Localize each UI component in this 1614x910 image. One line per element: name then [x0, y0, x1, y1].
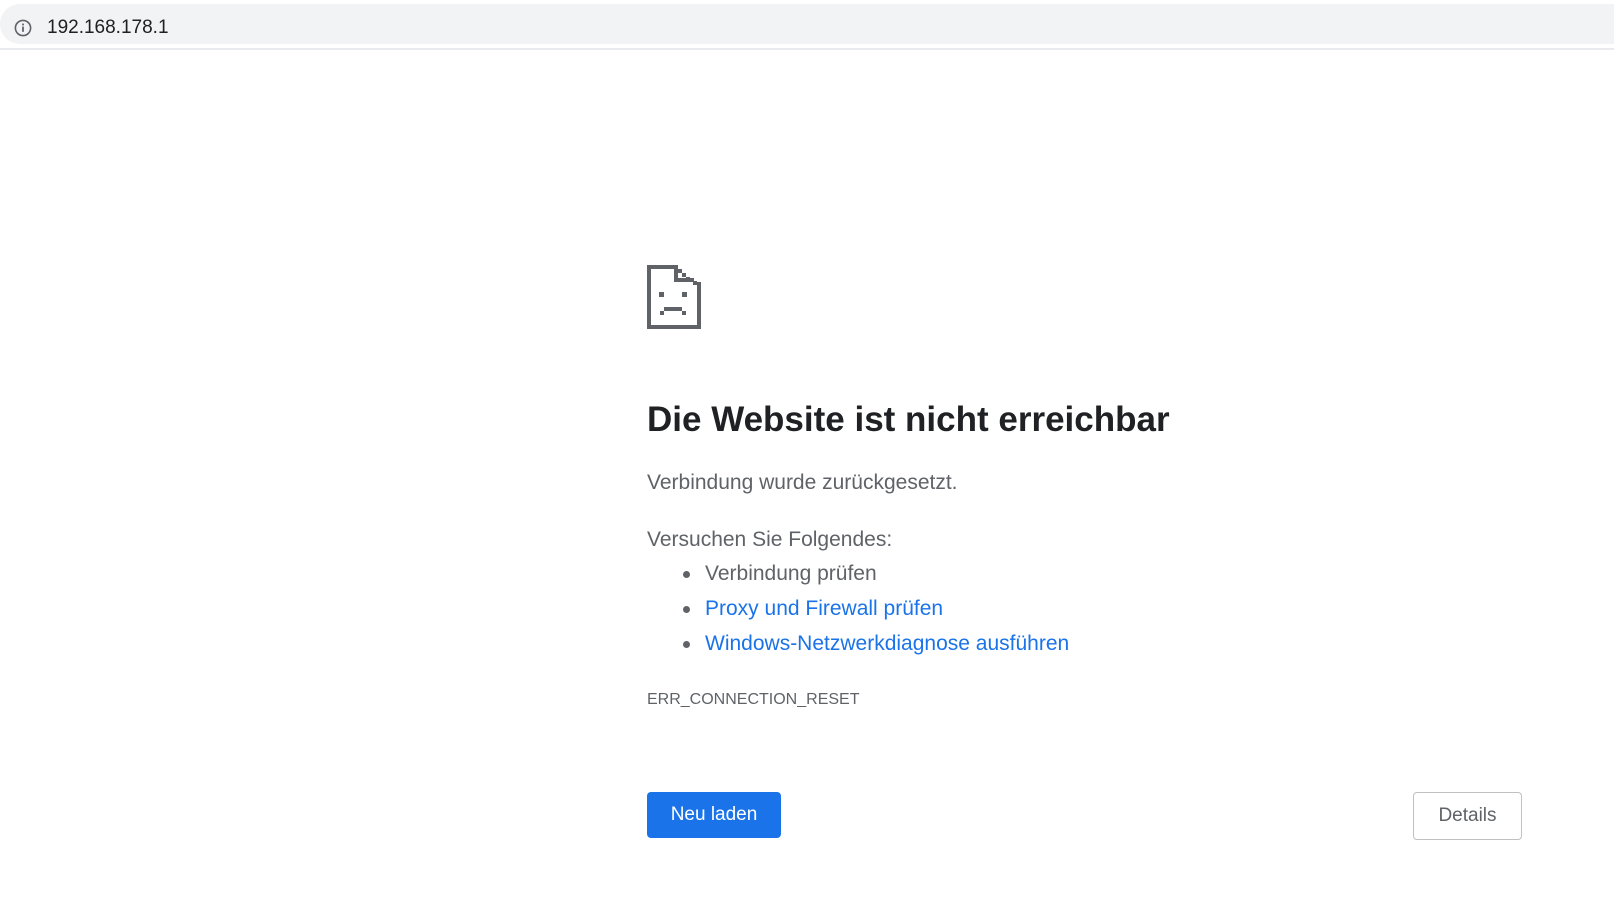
error-code: ERR_CONNECTION_RESET [647, 691, 860, 708]
suggestion-network-diagnostics[interactable]: Windows-Netzwerkdiagnose ausführen [647, 630, 1069, 665]
suggestions-heading: Versuchen Sie Folgendes: [647, 528, 893, 551]
bullet-icon [683, 641, 690, 648]
network-diagnostics-link[interactable]: Windows-Netzwerkdiagnose ausführen [705, 632, 1069, 655]
suggestion-check-connection: Verbindung prüfen [647, 560, 1069, 595]
address-bar[interactable]: 192.168.178.1 [0, 4, 1614, 44]
proxy-firewall-link[interactable]: Proxy und Firewall prüfen [705, 597, 943, 620]
reload-button[interactable]: Neu laden [647, 792, 781, 838]
toolbar-divider [0, 48, 1614, 50]
bullet-icon [683, 571, 690, 578]
suggestion-check-proxy-firewall[interactable]: Proxy und Firewall prüfen [647, 595, 1069, 630]
suggestions-list: Verbindung prüfen Proxy und Firewall prü… [647, 560, 1069, 665]
suggestion-label: Verbindung prüfen [705, 562, 877, 585]
details-button[interactable]: Details [1413, 792, 1522, 840]
sad-document-icon [647, 265, 701, 329]
page-title: Die Website ist nicht erreichbar [647, 400, 1170, 439]
info-icon[interactable] [14, 19, 32, 37]
bullet-icon [683, 606, 690, 613]
error-description: Verbindung wurde zurückgesetzt. [647, 471, 958, 494]
address-bar-url[interactable]: 192.168.178.1 [47, 16, 169, 40]
